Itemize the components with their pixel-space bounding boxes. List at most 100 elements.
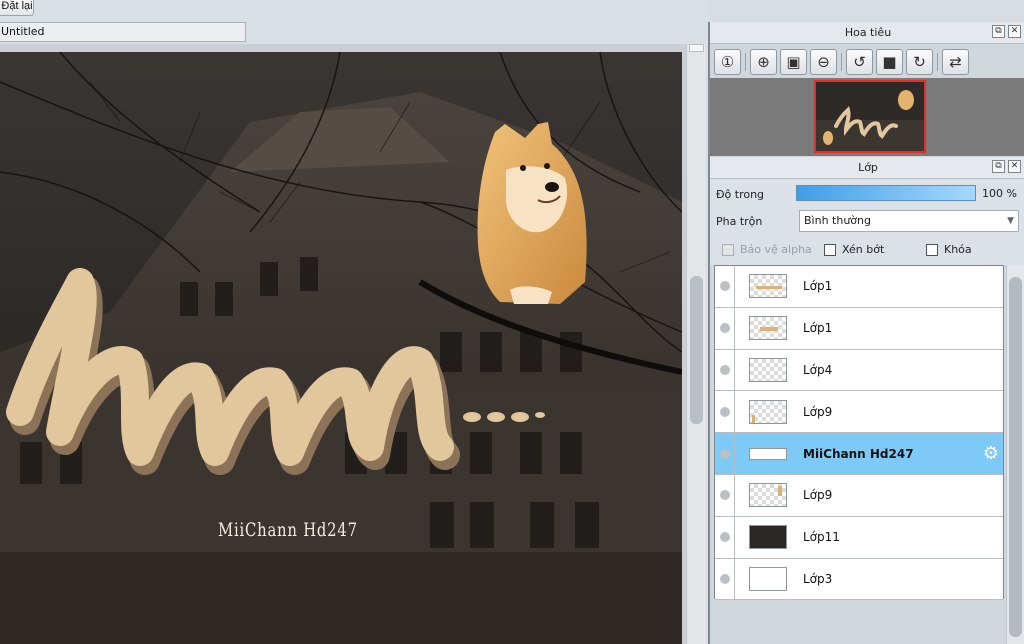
toolbar-separator — [937, 53, 938, 71]
layer-name: Lớp1 — [803, 279, 833, 294]
visibility-toggle[interactable] — [715, 516, 735, 558]
float-panel-icon[interactable]: ⧉ — [992, 25, 1005, 38]
eye-icon — [719, 573, 730, 584]
clipping-checkbox[interactable]: Xén bớt — [824, 243, 884, 256]
flip-horizontal-icon: ⇄ — [949, 53, 962, 71]
layer-thumbnail — [749, 525, 787, 550]
visibility-toggle[interactable] — [715, 307, 735, 349]
zoom-in-button[interactable]: ⊕ — [750, 49, 777, 75]
layer-row[interactable]: Lớp1 — [715, 307, 1003, 350]
layer-row[interactable]: Lớp11 — [715, 516, 1003, 559]
layers-title: Lớp ⧉ ✕ — [710, 157, 1024, 179]
layer-properties: Độ trong 100 % Pha trộn Bình thường ▼ Bả… — [710, 179, 1024, 265]
layer-name: MiiChann Hd247 — [803, 446, 914, 461]
scrollbar-thumb[interactable] — [690, 276, 703, 424]
reset-button[interactable]: Đặt lại — [0, 0, 34, 16]
navigator-title: Hoa tiêu ⧉ ✕ — [710, 22, 1024, 44]
zoom-actual-button[interactable]: ① — [714, 49, 741, 75]
scroll-up-arrow[interactable] — [689, 44, 704, 52]
preview-thumbnail — [816, 82, 924, 151]
close-panel-icon[interactable]: ✕ — [1008, 160, 1021, 173]
checkbox-box — [722, 243, 734, 256]
layer-name: Lớp1 — [803, 321, 833, 336]
checkbox-box — [824, 243, 836, 256]
fit-window-icon: ▣ — [786, 53, 801, 71]
layer-row[interactable]: Lớp9 — [715, 474, 1003, 517]
lock-checkbox[interactable]: Khóa — [926, 243, 972, 256]
fit-screen-button[interactable]: ■ — [876, 49, 903, 75]
drawing-canvas[interactable]: MiiChann Hd247 — [0, 52, 682, 644]
navigator-area — [710, 78, 1024, 156]
eye-icon — [719, 490, 730, 501]
protect-alpha-checkbox[interactable]: Bảo vệ alpha — [722, 243, 812, 256]
layer-row[interactable]: Lớp9 — [715, 391, 1003, 434]
chevron-down-icon: ▼ — [1007, 216, 1014, 226]
toolbar-separator — [841, 53, 842, 71]
layer-thumbnail — [749, 274, 787, 299]
navigator-preview[interactable] — [814, 80, 926, 153]
layer-row[interactable]: Lớp3 — [715, 558, 1003, 601]
checkbox-box — [926, 243, 938, 256]
layer-thumbnail — [749, 483, 787, 508]
opacity-value: 100 % — [982, 187, 1017, 200]
float-panel-icon[interactable]: ⧉ — [992, 160, 1005, 173]
document-name-field[interactable]: Untitled — [0, 22, 246, 42]
right-panel: Hoa tiêu ⧉ ✕ ① ⊕ ▣ ⊖ ↺ ■ ↻ ⇄ Lớp ⧉ ✕ Độ trong 1… — [708, 22, 1024, 644]
layers-title-text: Lớp — [858, 161, 878, 174]
eye-icon — [719, 532, 730, 543]
eye-icon — [719, 448, 730, 459]
zoom-in-icon: ⊕ — [757, 53, 770, 71]
visibility-toggle[interactable] — [715, 266, 735, 307]
navigator-toolbar: ① ⊕ ▣ ⊖ ↺ ■ ↻ ⇄ — [714, 47, 969, 77]
eye-icon — [719, 281, 730, 292]
close-panel-icon[interactable]: ✕ — [1008, 25, 1021, 38]
visibility-toggle[interactable] — [715, 474, 735, 516]
fit-screen-icon: ■ — [882, 53, 897, 71]
fit-window-button[interactable]: ▣ — [780, 49, 807, 75]
layer-row[interactable]: MiiChann Hd247 ⚙ — [715, 433, 1003, 475]
clipping-label: Xén bớt — [842, 243, 885, 256]
layer-row[interactable]: Lớp1 — [715, 266, 1003, 308]
scrollbar-thumb[interactable] — [1009, 277, 1022, 637]
blend-label: Pha trộn — [716, 215, 763, 228]
layer-name: Lớp9 — [803, 488, 833, 503]
rotate-right-button[interactable]: ↻ — [906, 49, 933, 75]
canvas-vertical-scrollbar[interactable] — [686, 44, 706, 644]
eye-icon — [719, 364, 730, 375]
zoom-out-icon: ⊖ — [817, 53, 830, 71]
gear-icon[interactable]: ⚙ — [983, 443, 999, 464]
rotate-left-icon: ↺ — [853, 53, 866, 71]
layer-name: Lớp11 — [803, 530, 840, 545]
navigator-title-text: Hoa tiêu — [844, 26, 892, 39]
layer-name: Lớp4 — [803, 362, 833, 377]
layer-thumbnail — [749, 447, 787, 460]
opacity-label: Độ trong — [716, 188, 765, 201]
visibility-toggle[interactable] — [715, 391, 735, 433]
eye-icon — [719, 406, 730, 417]
zoom-actual-icon: ① — [720, 53, 735, 71]
rotate-left-button[interactable]: ↺ — [846, 49, 873, 75]
blend-mode-select[interactable]: Bình thường ▼ — [799, 210, 1019, 232]
layer-thumbnail — [749, 357, 787, 382]
layer-row[interactable]: Lớp4 — [715, 349, 1003, 392]
layer-thumbnail — [749, 399, 787, 424]
layer-name: Lớp9 — [803, 404, 833, 419]
layer-name: Lớp3 — [803, 571, 833, 586]
visibility-toggle[interactable] — [715, 349, 735, 391]
top-toolbar: Đặt lại Untitled — [0, 0, 708, 44]
layer-list: Lớp1 Lớp1 Lớp4 Lớp9 MiiChann Hd247 ⚙ Lớp9 Lớp11… — [714, 265, 1004, 601]
flip-horizontal-button[interactable]: ⇄ — [942, 49, 969, 75]
rotate-right-icon: ↻ — [913, 53, 926, 71]
visibility-toggle[interactable] — [715, 558, 735, 600]
protect-alpha-label: Bảo vệ alpha — [740, 243, 812, 256]
opacity-slider[interactable] — [796, 185, 976, 201]
visibility-toggle[interactable] — [715, 433, 735, 474]
layer-thumbnail — [749, 316, 787, 341]
zoom-out-button[interactable]: ⊖ — [810, 49, 837, 75]
eye-icon — [719, 323, 730, 334]
lock-label: Khóa — [944, 243, 972, 256]
canvas-artwork — [0, 52, 682, 644]
blend-mode-value: Bình thường — [804, 214, 871, 227]
layer-thumbnail — [749, 566, 787, 591]
layer-list-scrollbar[interactable] — [1006, 265, 1024, 644]
